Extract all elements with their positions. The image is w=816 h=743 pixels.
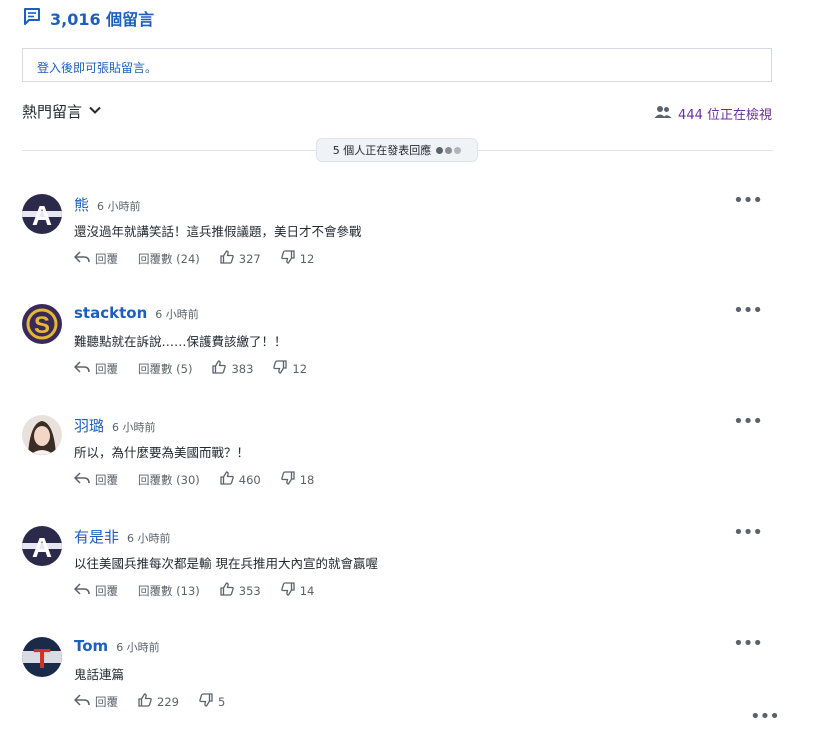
svg-text:A: A: [32, 200, 52, 231]
avatar[interactable]: A: [22, 194, 62, 234]
comment-author[interactable]: Tom 6 小時前: [74, 637, 160, 655]
dislike-button[interactable]: 12: [280, 250, 314, 267]
more-options-icon[interactable]: •••: [733, 524, 763, 542]
svg-text:T: T: [33, 643, 50, 674]
reply-button[interactable]: 回覆: [73, 251, 118, 267]
comment-author[interactable]: 羽璐 6 小時前: [74, 415, 156, 436]
comments-header: 3,016 個留言: [22, 6, 154, 30]
dislike-button[interactable]: 12: [273, 360, 307, 377]
comment-time: 6 小時前: [155, 308, 199, 321]
comment-time: 6 小時前: [97, 200, 141, 213]
chevron-down-icon: [88, 103, 102, 121]
reply-icon: [73, 251, 90, 266]
comment-item: S stackton 6 小時前 難聽點就在訴說……保護費該繳了！！ 回覆 回覆數…: [22, 302, 770, 394]
avatar[interactable]: T: [22, 637, 62, 677]
avatar[interactable]: S: [22, 304, 62, 344]
dislike-button[interactable]: 14: [280, 582, 314, 599]
reply-button[interactable]: 回覆: [73, 361, 118, 377]
like-button[interactable]: 353: [220, 582, 261, 599]
comment-text: 還沒過年就講笑話！這兵推假議題，美日才不會參戰: [74, 224, 362, 239]
reply-icon: [73, 361, 90, 376]
thumbs-down-icon: [199, 693, 213, 710]
thumbs-up-icon: [138, 693, 152, 710]
replies-count-button[interactable]: 回覆數 (13): [138, 583, 200, 599]
comment-author[interactable]: 有是非 6 小時前: [74, 526, 171, 547]
people-icon: [654, 105, 672, 123]
replies-count-button[interactable]: 回覆數 (5): [138, 361, 192, 377]
thumbs-up-icon: [220, 471, 234, 488]
more-options-icon[interactable]: •••: [733, 635, 763, 653]
typing-text: 5 個人正在發表回應: [332, 144, 432, 157]
comment-text: 難聽點就在訴說……保護費該繳了！！: [74, 334, 287, 349]
like-button[interactable]: 229: [138, 693, 179, 710]
reply-button[interactable]: 回覆: [73, 694, 118, 710]
svg-text:S: S: [34, 312, 50, 339]
reply-button[interactable]: 回覆: [73, 472, 118, 488]
comment-time: 6 小時前: [127, 532, 171, 545]
comment-actions: 回覆 229 5: [73, 693, 245, 710]
comment-actions: 回覆 回覆數 (24) 327 12: [73, 250, 334, 267]
more-options-icon[interactable]: •••: [733, 413, 763, 431]
comment-count: 3,016 個留言: [50, 10, 155, 29]
more-options-icon[interactable]: •••: [750, 708, 780, 726]
comment-text: 所以，為什麼要為美國而戰？！: [74, 445, 250, 460]
dislike-button[interactable]: 18: [280, 471, 314, 488]
thumbs-up-icon: [220, 582, 234, 599]
sort-label: 熱門留言: [22, 103, 83, 121]
avatar[interactable]: [22, 415, 62, 455]
comment-bubble-icon: [22, 6, 42, 30]
typing-dots: [436, 146, 462, 154]
comment-actions: 回覆 回覆數 (5) 383 12: [73, 360, 327, 377]
more-options-icon[interactable]: •••: [733, 302, 763, 320]
comment-item: A 有是非 6 小時前 以往美國兵推每次都是輸 現在兵推用大內宣的就會贏喔 回覆 …: [22, 524, 770, 616]
comment-author[interactable]: 熊6 小時前: [74, 194, 141, 215]
like-button[interactable]: 327: [220, 250, 261, 267]
thumbs-down-icon: [280, 471, 295, 488]
reply-icon: [73, 472, 90, 487]
comment-item: 羽璐 6 小時前 所以，為什麼要為美國而戰？！ 回覆 回覆數 (30) 460 1…: [22, 413, 770, 505]
like-button[interactable]: 460: [220, 471, 261, 488]
dislike-button[interactable]: 5: [199, 693, 225, 710]
comment-item: T Tom 6 小時前 鬼話連篇 回覆 229 5 •••: [22, 635, 770, 727]
viewers-text: 444 位正在檢視: [678, 108, 772, 123]
reply-icon: [73, 694, 90, 709]
more-options-icon[interactable]: •••: [733, 192, 763, 210]
comment-actions: 回覆 回覆數 (30) 460 18: [73, 471, 334, 488]
like-button[interactable]: 383: [212, 360, 253, 377]
comment-text: 鬼話連篇: [74, 667, 125, 682]
replies-count-button[interactable]: 回覆數 (30): [138, 472, 200, 488]
login-prompt-box[interactable]: 登入後即可張貼留言。: [22, 48, 772, 82]
reply-icon: [73, 583, 90, 598]
comment-actions: 回覆 回覆數 (13) 353 14: [73, 582, 334, 599]
comment-text: 以往美國兵推每次都是輸 現在兵推用大內宣的就會贏喔: [74, 556, 378, 571]
comment-time: 6 小時前: [116, 641, 160, 654]
replies-count-button[interactable]: 回覆數 (24): [138, 251, 200, 267]
login-prompt-text[interactable]: 登入後即可張貼留言。: [37, 61, 157, 75]
sort-dropdown[interactable]: 熱門留言: [22, 101, 102, 122]
thumbs-up-icon: [220, 250, 234, 267]
thumbs-down-icon: [280, 582, 295, 599]
comment-time: 6 小時前: [112, 421, 156, 434]
avatar[interactable]: A: [22, 526, 62, 566]
viewers-indicator: 444 位正在檢視: [654, 104, 772, 123]
thumbs-up-icon: [212, 360, 227, 377]
comment-author[interactable]: stackton 6 小時前: [74, 304, 199, 322]
reply-button[interactable]: 回覆: [73, 583, 118, 599]
thumbs-down-icon: [280, 250, 295, 267]
typing-indicator: 5 個人正在發表回應: [316, 138, 478, 162]
thumbs-down-icon: [273, 360, 288, 377]
svg-text:A: A: [32, 532, 52, 563]
comment-item: A 熊6 小時前 還沒過年就講笑話！這兵推假議題，美日才不會參戰 回覆 回覆數 …: [22, 192, 770, 284]
